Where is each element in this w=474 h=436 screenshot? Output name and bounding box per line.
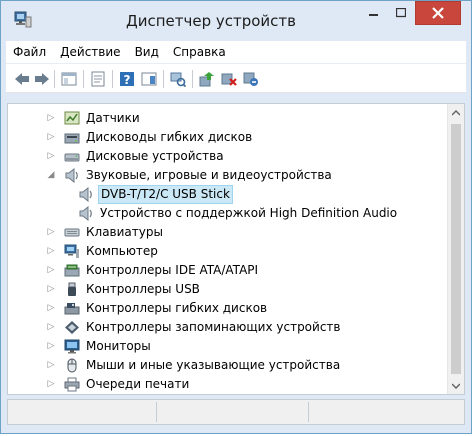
- tree-category[interactable]: ▷ Датчики: [8, 109, 448, 128]
- tree-category[interactable]: ▷ Дисководы гибких дисков: [8, 128, 448, 147]
- collapsed-arrow-icon[interactable]: ▷: [46, 299, 56, 318]
- tree-category[interactable]: ▷ Компьютер: [8, 242, 448, 261]
- sensor-icon: [64, 111, 80, 126]
- maximize-button[interactable]: [388, 1, 414, 25]
- disable-icon[interactable]: [243, 71, 259, 87]
- computer-icon: [64, 244, 80, 259]
- tree-category[interactable]: ▷ Дисковые устройства: [8, 147, 448, 166]
- tree-category[interactable]: ◢ Звуковые, игровые и видеоустройства: [8, 166, 448, 185]
- tree-category[interactable]: ▷ Контроллеры USB: [8, 280, 448, 299]
- usb-icon: [64, 282, 80, 297]
- collapsed-arrow-icon[interactable]: ▷: [46, 280, 56, 299]
- collapsed-arrow-icon[interactable]: ▷: [46, 128, 56, 147]
- keyboard-icon: [64, 225, 80, 240]
- disk-drive-icon: [64, 149, 80, 164]
- menu-file[interactable]: Файл: [6, 41, 53, 63]
- tree-item-label: Датчики: [86, 111, 140, 125]
- menu-view[interactable]: Вид: [128, 41, 166, 63]
- toolbar-separator: [163, 70, 164, 88]
- tree-category[interactable]: ▷ Контроллеры IDE ATA/ATAPI: [8, 261, 448, 280]
- show-hide-icon[interactable]: [141, 71, 157, 87]
- storage-controller-icon: [64, 320, 80, 335]
- menu-bar: Файл Действие Вид Справка: [6, 41, 466, 63]
- collapsed-arrow-icon[interactable]: ▷: [46, 337, 56, 356]
- maximize-icon: [396, 8, 406, 18]
- menu-help[interactable]: Справка: [166, 41, 233, 63]
- minimize-icon: [369, 14, 378, 16]
- device-manager-window: Диспетчер устройств Файл Действие Вид Сп…: [0, 0, 472, 434]
- floppy-controller-icon: [64, 301, 80, 316]
- speaker-icon: [64, 167, 80, 184]
- tree-item-label: Контроллеры USB: [86, 282, 200, 296]
- scroll-up-icon: [452, 109, 460, 115]
- collapsed-arrow-icon[interactable]: ▷: [46, 223, 56, 242]
- toolbar: ?: [6, 63, 466, 93]
- tree-item-label: Мыши и иные указывающие устройства: [86, 358, 341, 372]
- scroll-up-arrow[interactable]: [448, 104, 464, 121]
- update-driver-icon[interactable]: [199, 71, 215, 87]
- tree-item-label: Компьютер: [86, 244, 158, 258]
- title-bar[interactable]: Диспетчер устройств: [1, 1, 471, 41]
- ide-controller-icon: [64, 263, 80, 278]
- uninstall-icon[interactable]: [221, 71, 237, 87]
- speaker-icon: [78, 205, 94, 222]
- tree-item-label: Устройство с поддержкой High Definition …: [100, 206, 398, 220]
- properties-icon[interactable]: [90, 71, 106, 87]
- toolbar-separator: [83, 70, 84, 88]
- tree-item-label: Контроллеры запоминающих устройств: [86, 320, 341, 334]
- toolbar-separator: [54, 70, 55, 88]
- monitor-icon: [64, 339, 80, 354]
- collapsed-arrow-icon[interactable]: ▷: [46, 109, 56, 128]
- mouse-icon: [64, 358, 80, 373]
- collapsed-arrow-icon[interactable]: ▷: [46, 318, 56, 337]
- tree-device[interactable]: Устройство с поддержкой High Definition …: [8, 204, 448, 223]
- tree-category[interactable]: ▷ Очереди печати: [8, 375, 448, 394]
- floppy-drive-icon: [64, 130, 80, 145]
- tree-category[interactable]: ▷ Контроллеры запоминающих устройств: [8, 318, 448, 337]
- tree-item-label: Клавиатуры: [86, 225, 163, 239]
- tree-category[interactable]: ▷ Клавиатуры: [8, 223, 448, 242]
- window-title: Диспетчер устройств: [125, 12, 296, 30]
- scroll-thumb[interactable]: [451, 124, 461, 374]
- tree-item-label: Очереди печати: [86, 377, 190, 391]
- scan-hardware-icon[interactable]: [170, 71, 186, 87]
- toolbar-separator: [192, 70, 193, 88]
- status-divider: [156, 402, 157, 422]
- scroll-down-arrow[interactable]: [448, 377, 464, 394]
- collapsed-arrow-icon[interactable]: ▷: [46, 261, 56, 280]
- expanded-arrow-icon[interactable]: ◢: [46, 166, 56, 185]
- device-tree: ▷ Датчики ▷ Дисководы гибких дисков ▷ Дисковы…: [7, 103, 465, 395]
- scroll-down-icon: [452, 383, 460, 389]
- toolbar-separator: [112, 70, 113, 88]
- collapsed-arrow-icon[interactable]: ▷: [46, 356, 56, 375]
- tree-item-label: Дисководы гибких дисков: [86, 130, 253, 144]
- console-tree-icon[interactable]: [61, 71, 77, 87]
- minimize-button[interactable]: [361, 1, 387, 25]
- tree-item-label: Мониторы: [86, 339, 151, 353]
- printer-icon: [64, 377, 80, 392]
- tree-item-label: Контроллеры IDE ATA/ATAPI: [86, 263, 259, 277]
- close-icon: [432, 7, 444, 19]
- vertical-scrollbar[interactable]: [447, 104, 464, 394]
- collapsed-arrow-icon[interactable]: ▷: [46, 242, 56, 261]
- status-divider: [308, 402, 309, 422]
- svg-text:?: ?: [124, 73, 131, 87]
- tree-category[interactable]: ▷ Мониторы: [8, 337, 448, 356]
- tree-device[interactable]: DVB-T/T2/C USB Stick: [8, 185, 448, 204]
- tree-category[interactable]: ▷ Контроллеры гибких дисков: [8, 299, 448, 318]
- tree-item-label: Дисковые устройства: [86, 149, 224, 163]
- back-icon[interactable]: [14, 71, 30, 87]
- forward-icon[interactable]: [34, 71, 50, 87]
- tree-item-label: DVB-T/T2/C USB Stick: [98, 185, 233, 204]
- tree-category[interactable]: ▷ Мыши и иные указывающие устройства: [8, 356, 448, 375]
- speaker-icon: [78, 186, 94, 203]
- tree-item-label: Контроллеры гибких дисков: [86, 301, 268, 315]
- collapsed-arrow-icon[interactable]: ▷: [46, 147, 56, 166]
- collapsed-arrow-icon[interactable]: ▷: [46, 375, 56, 394]
- tree-item-label: Звуковые, игровые и видеоустройства: [86, 168, 332, 182]
- status-bar: [7, 399, 465, 425]
- help-icon[interactable]: ?: [119, 71, 135, 87]
- menu-action[interactable]: Действие: [53, 41, 127, 63]
- close-button[interactable]: [415, 1, 461, 25]
